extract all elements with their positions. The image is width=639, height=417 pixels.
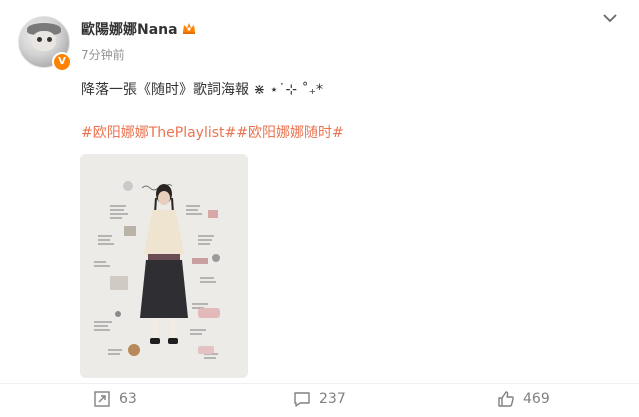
avatar-face bbox=[32, 31, 56, 51]
repost-icon bbox=[94, 391, 110, 407]
lyric-poster-illustration bbox=[80, 154, 248, 378]
footer-divider bbox=[0, 383, 639, 384]
crown-icon bbox=[183, 23, 195, 34]
avatar-eye-right bbox=[47, 37, 52, 42]
comment-button[interactable]: 237 bbox=[293, 389, 346, 409]
avatar-eye-left bbox=[37, 37, 42, 42]
post-text: 降落一張《随时》歌詞海報 ⋇ ⋆˙⊹ ˚₊* bbox=[81, 82, 323, 98]
like-button[interactable]: 469 bbox=[497, 389, 550, 409]
verified-badge: V bbox=[52, 52, 72, 72]
chevron-down-icon[interactable] bbox=[603, 13, 617, 23]
username[interactable]: 歐陽娜娜Nana bbox=[81, 19, 178, 39]
repost-button[interactable]: 63 bbox=[93, 389, 137, 409]
thumbs-up-icon bbox=[498, 391, 514, 407]
post-image[interactable] bbox=[80, 154, 248, 378]
comment-count: 237 bbox=[319, 391, 346, 407]
post-time[interactable]: 7分钟前 bbox=[81, 46, 125, 63]
comment-icon bbox=[294, 392, 310, 407]
repost-count: 63 bbox=[119, 391, 137, 407]
like-count: 469 bbox=[523, 391, 550, 407]
hashtag-links[interactable]: #欧阳娜娜ThePlaylist##欧阳娜娜随时# bbox=[81, 122, 344, 142]
